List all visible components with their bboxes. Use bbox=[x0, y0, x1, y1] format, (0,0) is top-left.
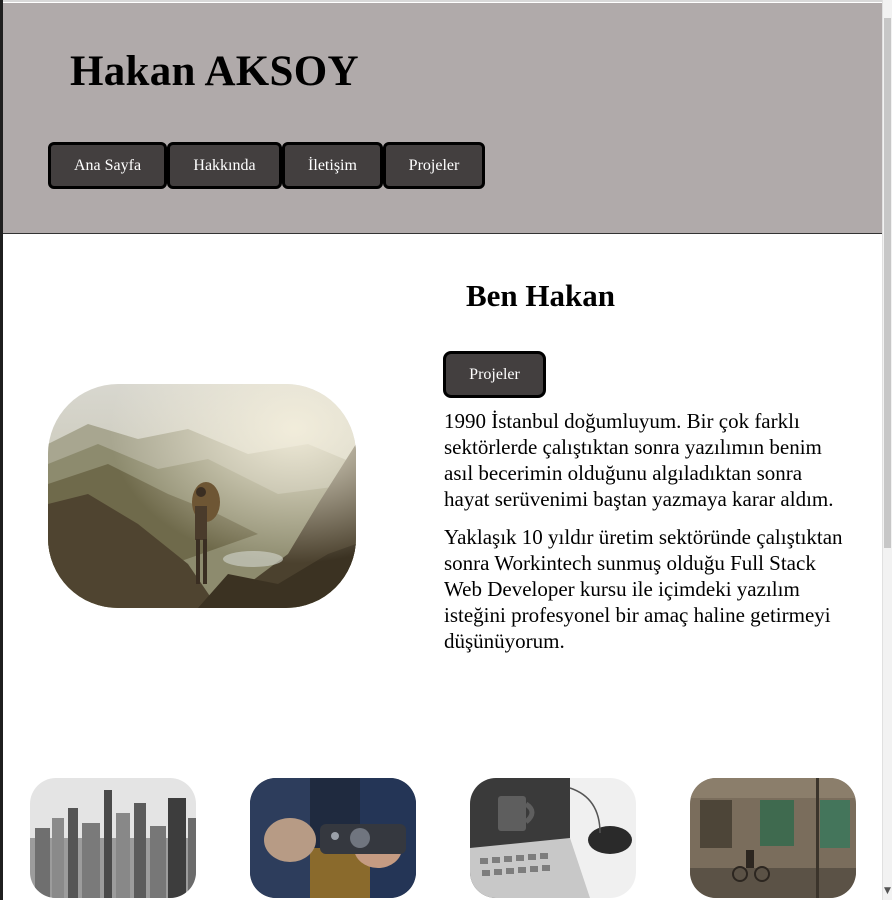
main-nav: Ana Sayfa Hakkında İletişim Projeler bbox=[48, 142, 485, 189]
gallery-street-building-photo bbox=[690, 778, 856, 898]
window-top-border bbox=[0, 0, 884, 2]
nav-projects-button[interactable]: Projeler bbox=[383, 142, 485, 189]
scrollbar-thumb[interactable] bbox=[884, 18, 891, 548]
gallery-camera-hands-photo bbox=[250, 778, 416, 898]
bio-text: 1990 İstanbul doğumluyum. Bir çok farklı… bbox=[444, 408, 844, 666]
projects-cta-button[interactable]: Projeler bbox=[443, 351, 546, 398]
scroll-down-arrow-icon[interactable]: ▼ bbox=[884, 886, 891, 896]
site-title: Hakan AKSOY bbox=[70, 48, 359, 95]
site-header: Hakan AKSOY Ana Sayfa Hakkında İletişim … bbox=[3, 3, 882, 234]
nav-home-button[interactable]: Ana Sayfa bbox=[48, 142, 167, 189]
hero-hiker-photo bbox=[48, 384, 356, 608]
gallery-city-skyline-photo bbox=[30, 778, 196, 898]
nav-about-button[interactable]: Hakkında bbox=[167, 142, 282, 189]
gallery-desk-mug-photo bbox=[470, 778, 636, 898]
bio-paragraph: Yaklaşık 10 yıldır üretim sektöründe çal… bbox=[444, 525, 843, 653]
intro-heading: Ben Hakan bbox=[466, 278, 616, 313]
bio-paragraph: 1990 İstanbul doğumluyum. Bir çok farklı… bbox=[444, 409, 834, 511]
nav-contact-button[interactable]: İletişim bbox=[282, 142, 383, 189]
